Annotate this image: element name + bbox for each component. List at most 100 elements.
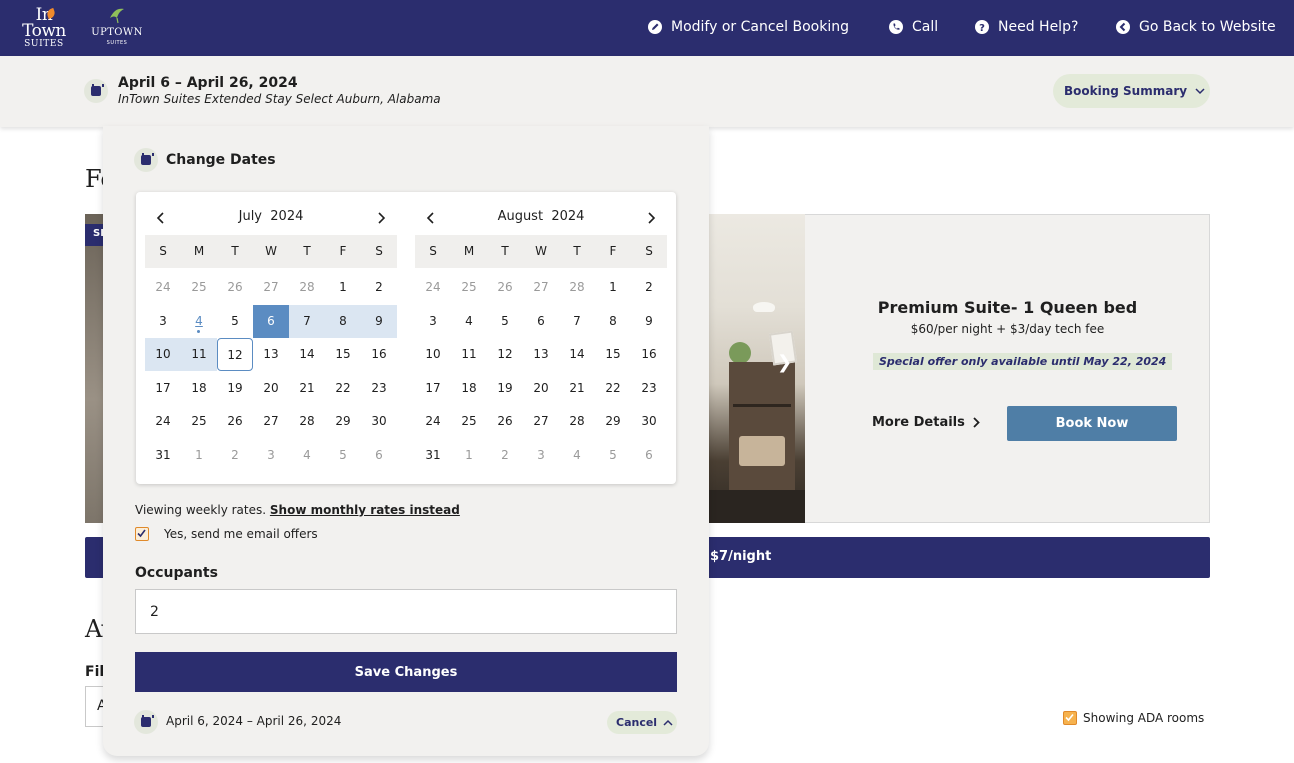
calendar-day[interactable]: 24 [415, 405, 451, 438]
modify-cancel-booking-link[interactable]: Modify or Cancel Booking [648, 17, 849, 37]
calendar-day[interactable]: 9 [361, 304, 397, 338]
month-year: 2024 [270, 209, 304, 224]
calendar-day[interactable]: 10 [415, 338, 451, 371]
cancel-button[interactable]: Cancel [607, 711, 677, 734]
show-monthly-rates-link[interactable]: Show monthly rates instead [270, 503, 460, 517]
email-offers-option[interactable]: Yes, send me email offers [135, 527, 318, 541]
calendar-day[interactable]: 14 [559, 338, 595, 371]
calendar-day[interactable]: 21 [289, 372, 325, 405]
calendar-day[interactable]: 23 [631, 372, 667, 405]
calendar-day[interactable]: 10 [145, 338, 181, 372]
next-month-icon[interactable] [372, 209, 390, 227]
chevron-right-icon[interactable]: ❯ [777, 352, 792, 373]
logo-text: SUITES [24, 39, 64, 49]
calendar-day[interactable]: 31 [145, 439, 181, 472]
next-month-icon[interactable] [642, 209, 660, 227]
calendar-day[interactable]: 13 [523, 338, 559, 371]
calendar-day[interactable]: 16 [631, 338, 667, 371]
calendar-day[interactable]: 20 [253, 372, 289, 405]
calendar-day[interactable]: 7 [559, 305, 595, 338]
calendar-day[interactable]: 25 [181, 405, 217, 438]
calendar-day[interactable]: 15 [325, 338, 361, 371]
calendar-day[interactable]: 27 [523, 405, 559, 438]
calendar-day[interactable]: 29 [595, 405, 631, 438]
room-photo[interactable]: ❯ [709, 214, 805, 523]
calendar-day[interactable]: 26 [487, 405, 523, 438]
calendar-day[interactable]: 27 [253, 405, 289, 438]
calendar-day[interactable]: 24 [145, 405, 181, 438]
calendar-day[interactable]: 13 [253, 338, 289, 371]
calendar-day[interactable]: 2 [631, 271, 667, 304]
calendar-day[interactable]: 28 [559, 405, 595, 438]
calendar-day[interactable]: 1 [325, 271, 361, 304]
svg-text:?: ? [979, 23, 985, 34]
need-help-link[interactable]: ? Need Help? [975, 17, 1078, 37]
summary-dates: April 6 – April 26, 2024 [118, 75, 298, 91]
weekday-label: S [375, 244, 383, 258]
weekday-label: T [303, 244, 311, 258]
calendar-day[interactable]: 31 [415, 439, 451, 472]
calendar-day[interactable]: 7 [289, 304, 325, 338]
go-back-to-website-link[interactable]: Go Back to Website [1116, 17, 1276, 37]
calendar-day[interactable]: 17 [415, 372, 451, 405]
calendar-day[interactable]: 29 [325, 405, 361, 438]
calendar-day[interactable]: 14 [289, 338, 325, 371]
calendar-day[interactable]: 2 [361, 271, 397, 304]
calendar-day[interactable]: 4 [451, 305, 487, 338]
calendar-day[interactable]: 22 [325, 372, 361, 405]
calendar-day[interactable]: 15 [595, 338, 631, 371]
weekday-label: W [265, 244, 277, 258]
booking-summary-button[interactable]: Booking Summary [1053, 74, 1210, 108]
ada-checkbox[interactable] [1063, 711, 1077, 725]
calendar-day[interactable]: 6 [253, 304, 289, 338]
calendar-day[interactable]: 3 [145, 305, 181, 338]
more-details-link[interactable]: More Details [872, 415, 980, 430]
calendar-day[interactable]: 19 [487, 372, 523, 405]
calendar-day[interactable]: 4 [181, 305, 217, 338]
calendar-day[interactable]: 30 [631, 405, 667, 438]
logo-text: UPTOWN [91, 27, 143, 38]
calendar-day[interactable]: 11 [451, 338, 487, 371]
calendar-day[interactable]: 6 [523, 305, 559, 338]
intown-suites-logo[interactable]: In Town SUITES [17, 7, 71, 50]
calendar-day[interactable]: 26 [217, 405, 253, 438]
calendar-day[interactable]: 5 [487, 305, 523, 338]
uptown-suites-logo[interactable]: UPTOWN SUITES [88, 6, 146, 48]
ada-rooms-toggle[interactable]: Showing ADA rooms [1063, 711, 1204, 725]
calendar-day[interactable]: 9 [631, 305, 667, 338]
nav-label: Need Help? [998, 19, 1079, 35]
email-offers-checkbox[interactable] [135, 527, 149, 541]
selected-dates: April 6, 2024 – April 26, 2024 [166, 714, 342, 728]
calendar-day[interactable]: 5 [217, 305, 253, 338]
calendar-day[interactable]: 12 [217, 338, 253, 372]
weekly-rates-text: Viewing weekly rates. [135, 503, 267, 517]
calendar-day[interactable]: 16 [361, 338, 397, 371]
calendar-day[interactable]: 11 [181, 338, 217, 372]
calendar-day[interactable]: 3 [415, 305, 451, 338]
calendar-day[interactable]: 25 [451, 405, 487, 438]
calendar-day[interactable]: 21 [559, 372, 595, 405]
calendar-day[interactable]: 8 [595, 305, 631, 338]
calendar-day[interactable]: 17 [145, 372, 181, 405]
calendar-day[interactable]: 30 [361, 405, 397, 438]
help-icon: ? [975, 20, 989, 34]
calendar-day[interactable]: 18 [451, 372, 487, 405]
calendar-day[interactable]: 23 [361, 372, 397, 405]
calendar-day[interactable]: 28 [289, 405, 325, 438]
calendar-day[interactable]: 22 [595, 372, 631, 405]
calendar-day[interactable]: 1 [595, 271, 631, 304]
calendar-day[interactable]: 20 [523, 372, 559, 405]
weekday-header-row: S M T W T F S [415, 235, 667, 268]
calendar-day[interactable]: 12 [487, 338, 523, 371]
save-changes-button[interactable]: Save Changes [135, 652, 677, 692]
filter-label: Fil [85, 664, 105, 680]
calendar-day[interactable]: 8 [325, 304, 361, 338]
calendar-day[interactable]: 18 [181, 372, 217, 405]
chevron-down-icon [1195, 87, 1205, 94]
nav-label: Modify or Cancel Booking [671, 19, 849, 35]
call-link[interactable]: Call [889, 17, 938, 37]
book-now-button[interactable]: Book Now [1007, 406, 1177, 441]
occupants-input[interactable] [135, 589, 677, 634]
calendar-day[interactable]: 19 [217, 372, 253, 405]
room-name: Premium Suite- 1 Queen bed [877, 298, 1138, 317]
